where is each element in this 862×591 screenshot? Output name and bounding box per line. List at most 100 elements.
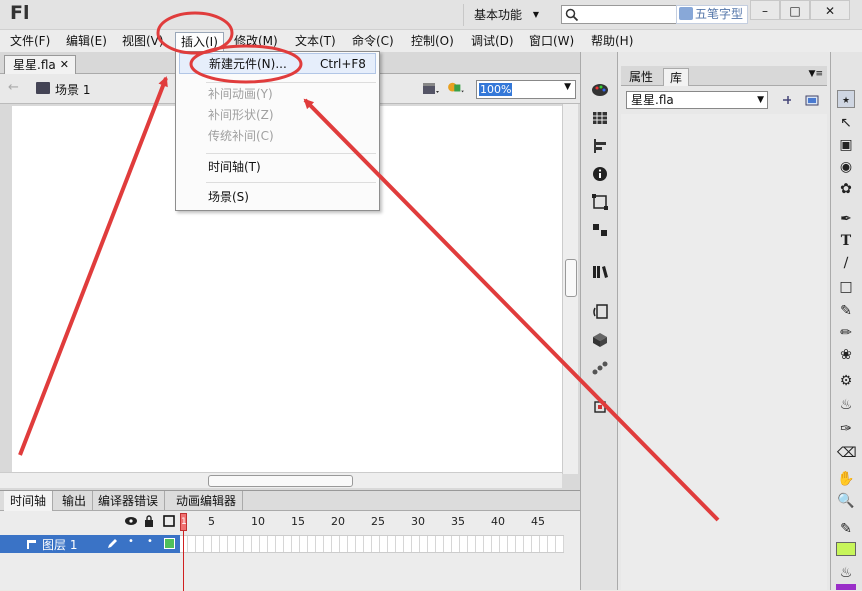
tab-timeline[interactable]: 时间轴 [4, 491, 54, 511]
scene-panel-icon[interactable] [591, 222, 609, 238]
timeline-tabs: 时间轴 输出 编译器错误 动画编辑器 [0, 491, 580, 511]
brush-tool-icon[interactable]: ✏ [837, 324, 855, 342]
subselection-tool-icon[interactable]: ↖ [837, 114, 855, 132]
line-tool-icon[interactable]: ∕ [837, 254, 855, 272]
menu-item-motion-tween[interactable]: 补间动画(Y) [179, 84, 376, 105]
vertical-scroll-thumb[interactable] [565, 259, 577, 297]
document-tab-label: 星星.fla [13, 58, 56, 72]
transform-icon[interactable] [591, 194, 609, 210]
menu-debug[interactable]: 调试(D) [466, 32, 519, 51]
fill-color-swatch[interactable] [836, 584, 856, 590]
zoom-select[interactable]: 100% ▼ [476, 80, 576, 99]
movie-explorer-icon[interactable] [591, 398, 609, 414]
close-icon[interactable]: ✕ [60, 56, 69, 74]
menu-control[interactable]: 控制(O) [406, 32, 459, 51]
menu-insert[interactable]: 插入(I) [175, 32, 224, 52]
menu-item-new-symbol[interactable]: 新建元件(N)... Ctrl+F8 [179, 53, 376, 74]
menu-modify[interactable]: 修改(M) [229, 32, 283, 51]
3d-rotation-tool-icon[interactable]: ◉ [837, 158, 855, 176]
menu-help[interactable]: 帮助(H) [586, 32, 638, 51]
horizontal-scrollbar[interactable] [0, 472, 562, 488]
deco-tool-icon[interactable]: ❀ [837, 346, 855, 364]
pencil-tool-icon[interactable]: ✎ [837, 302, 855, 320]
menu-commands[interactable]: 命令(C) [347, 32, 399, 51]
outline-icon[interactable] [163, 515, 175, 527]
minimize-button[interactable]: – [750, 0, 780, 20]
menu-view[interactable]: 视图(V) [117, 32, 169, 51]
layer-row[interactable]: 图层 1 • • [0, 535, 180, 553]
document-tab[interactable]: 星星.fla ✕ [4, 55, 76, 75]
menu-item-timeline[interactable]: 时间轴(T) [179, 157, 376, 178]
zoom-tool-icon[interactable]: 🔍 [837, 492, 855, 510]
pin-icon[interactable] [780, 93, 796, 107]
new-library-panel-icon[interactable] [804, 93, 820, 107]
lasso-tool-icon[interactable]: ✿ [837, 180, 855, 198]
stroke-color-icon[interactable]: ✎ [837, 520, 855, 538]
search-input[interactable] [561, 5, 677, 24]
lock-icon[interactable] [144, 515, 154, 527]
tab-library[interactable]: 库 [663, 68, 690, 86]
rectangle-tool-icon[interactable]: □ [837, 278, 855, 296]
title-bar: Fl 基本功能 ▼ 五笔字型 – □ ✕ [0, 0, 862, 30]
visibility-dot-icon[interactable]: • [128, 536, 134, 547]
maximize-button[interactable]: □ [780, 0, 810, 20]
library-file-select[interactable]: 星星.fla ▼ [626, 91, 768, 109]
close-button[interactable]: ✕ [810, 0, 850, 20]
edit-symbol-icon[interactable] [447, 81, 465, 95]
playhead-frame[interactable]: 1 [180, 513, 187, 531]
lock-dot-icon[interactable]: • [147, 536, 153, 547]
tab-motion-editor[interactable]: 动画编辑器 [170, 491, 244, 511]
hand-tool-icon[interactable]: ✋ [837, 470, 855, 488]
components-icon[interactable] [591, 332, 609, 348]
actions-icon[interactable] [591, 304, 609, 320]
eraser-tool-icon[interactable]: ⌫ [837, 444, 857, 462]
eye-icon[interactable] [124, 516, 138, 526]
scene-icon [36, 82, 50, 94]
edit-scene-icon[interactable] [422, 82, 440, 96]
frame-number: 20 [331, 515, 345, 528]
free-transform-tool-icon[interactable]: ▣ [837, 136, 855, 154]
layer-icon [27, 540, 36, 549]
color-icon[interactable] [591, 82, 609, 98]
swatches-icon[interactable] [591, 110, 609, 126]
playhead[interactable]: 1 [180, 513, 187, 591]
tab-output[interactable]: 输出 [56, 491, 94, 511]
app-logo: Fl [10, 2, 30, 24]
paint-bucket-tool-icon[interactable]: ♨ [837, 396, 855, 414]
ime-status[interactable]: 五笔字型 [676, 5, 748, 24]
frame-number: 35 [451, 515, 465, 528]
frames-grid[interactable] [180, 535, 564, 553]
insert-menu-dropdown: 新建元件(N)... Ctrl+F8 补间动画(Y) 补间形状(Z) 传统补间(… [175, 51, 380, 211]
menu-window[interactable]: 窗口(W) [524, 32, 579, 51]
pen-tool-icon[interactable]: ✒ [837, 210, 855, 228]
vertical-scrollbar[interactable] [562, 104, 578, 474]
horizontal-scroll-thumb[interactable] [208, 475, 353, 487]
panel-menu-icon[interactable]: ▼≡ [809, 69, 823, 79]
chevron-down-icon: ▼ [564, 82, 571, 92]
text-tool-icon[interactable]: T [837, 232, 855, 250]
tab-properties[interactable]: 属性 [623, 68, 659, 86]
bone-tool-icon[interactable]: ⚙ [837, 372, 855, 390]
stroke-color-swatch[interactable] [836, 542, 856, 556]
tab-compiler-errors[interactable]: 编译器错误 [92, 491, 166, 511]
menu-item-classic-tween[interactable]: 传统补间(C) [179, 126, 376, 147]
frame-number: 5 [208, 515, 215, 528]
menu-text[interactable]: 文本(T) [290, 32, 341, 51]
menu-item-scene[interactable]: 场景(S) [179, 187, 376, 208]
frame-number: 45 [531, 515, 545, 528]
info-icon[interactable] [591, 166, 609, 182]
back-arrow-icon[interactable]: ← [8, 80, 19, 95]
fill-color-icon[interactable]: ♨ [837, 564, 855, 582]
menu-item-shape-tween[interactable]: 补间形状(Z) [179, 105, 376, 126]
selection-tool-icon[interactable]: ⭑ [837, 90, 855, 108]
library-list[interactable] [621, 114, 827, 590]
motion-presets-icon[interactable] [591, 360, 609, 376]
menu-file[interactable]: 文件(F) [5, 32, 55, 51]
library-icon[interactable] [591, 264, 609, 280]
layer-color-icon[interactable] [164, 538, 175, 549]
pencil-icon[interactable] [106, 538, 118, 550]
workspace-switcher[interactable]: 基本功能 ▼ [463, 4, 545, 26]
menu-edit[interactable]: 编辑(E) [61, 32, 112, 51]
eyedropper-tool-icon[interactable]: ✑ [837, 420, 855, 438]
align-icon[interactable] [591, 138, 609, 154]
